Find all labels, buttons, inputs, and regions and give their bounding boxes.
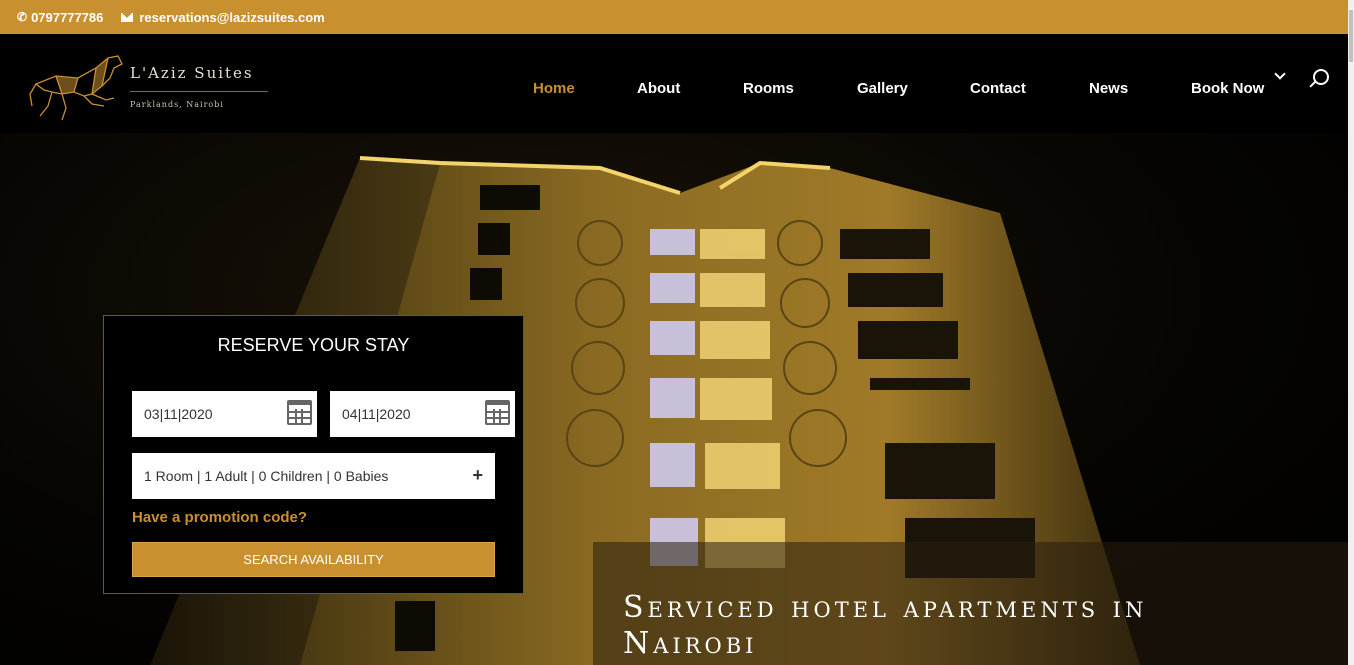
phone-number[interactable]: 0797777786 (31, 10, 103, 25)
top-contact-bar: ✆ 0797777786 reservations@lazizsuites.co… (0, 0, 1354, 34)
checkin-date-value: 03|11|2020 (144, 406, 213, 422)
phone-contact[interactable]: ✆ 0797777786 (17, 10, 103, 25)
horse-logo-icon (29, 55, 123, 121)
calendar-icon[interactable] (287, 400, 312, 425)
email-address[interactable]: reservations@lazizsuites.com (139, 10, 324, 25)
site-logo[interactable]: L'Aziz Suites Parklands, Nairobi (26, 46, 276, 122)
reservation-title: RESERVE YOUR STAY (217, 335, 410, 355)
nav-contact[interactable]: Contact (970, 80, 1026, 97)
brand-tagline: Parklands, Nairobi (130, 100, 224, 109)
nav-book-now[interactable]: Book Now (1191, 80, 1264, 97)
nav-rooms[interactable]: Rooms (743, 80, 794, 97)
chevron-down-icon[interactable] (1274, 68, 1286, 80)
brand-divider (130, 91, 268, 92)
hero-headline-line1: Serviced hotel apartments in (623, 590, 1148, 625)
scrollbar-thumb[interactable] (1349, 10, 1353, 62)
nav-about[interactable]: About (637, 80, 680, 97)
checkin-date-field[interactable]: 03|11|2020 (132, 391, 317, 437)
checkout-date-field[interactable]: 04|11|2020 (330, 391, 515, 437)
site-header: L'Aziz Suites Parklands, Nairobi Home Ab… (0, 34, 1354, 133)
hero-headline: Serviced hotel apartments in Nairobi (623, 590, 1343, 662)
search-availability-button[interactable]: SEARCH AVAILABILITY (132, 542, 495, 577)
page-scrollbar[interactable] (1348, 0, 1354, 665)
checkout-date-value: 04|11|2020 (342, 406, 411, 422)
reservation-widget: RESERVE YOUR STAY 03|11|2020 04|11|2020 … (103, 315, 524, 594)
hero-headline-line2: Nairobi (623, 626, 758, 661)
email-icon (121, 12, 134, 22)
search-icon[interactable] (1313, 69, 1329, 85)
phone-icon: ✆ (17, 10, 28, 24)
brand-name: L'Aziz Suites (130, 64, 254, 82)
nav-gallery[interactable]: Gallery (857, 80, 908, 97)
promo-code-link[interactable]: Have a promotion code? (132, 509, 307, 526)
guests-value: 1 Room | 1 Adult | 0 Children | 0 Babies (144, 468, 389, 484)
nav-home[interactable]: Home (533, 80, 575, 97)
calendar-icon[interactable] (485, 400, 510, 425)
nav-news[interactable]: News (1089, 80, 1128, 97)
email-contact[interactable]: reservations@lazizsuites.com (121, 10, 325, 25)
plus-icon[interactable]: + (472, 465, 483, 486)
guests-selector[interactable]: 1 Room | 1 Adult | 0 Children | 0 Babies… (132, 453, 495, 499)
